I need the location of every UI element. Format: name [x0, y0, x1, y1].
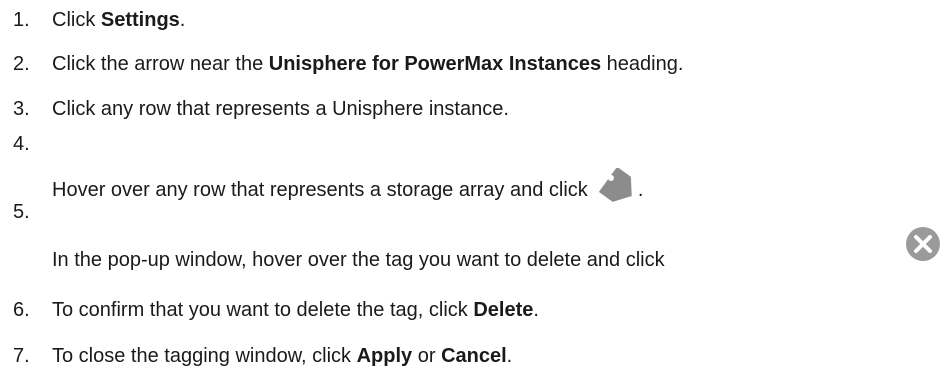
step-2-text: Click the arrow near the Unisphere for P… [52, 52, 683, 76]
step-7-before: To close the tagging window, click [52, 345, 357, 367]
step-7-apply: Apply [356, 345, 413, 367]
step-5-number: 5. [13, 201, 30, 223]
step-4-text: Hover over any row that represents a sto… [52, 166, 644, 206]
close-circle-icon [903, 224, 943, 264]
step-1-number: 1. [13, 9, 30, 31]
step-7-text: To close the tagging window, click Apply… [52, 344, 512, 368]
step-2-instances-heading: Unisphere for PowerMax Instances [268, 53, 602, 75]
step-5-text: In the pop-up window, hover over the tag… [52, 249, 665, 271]
step-6-before: To confirm that you want to delete the t… [52, 299, 474, 321]
step-6-text: To confirm that you want to delete the t… [52, 298, 539, 322]
step-1-after: . [179, 9, 186, 31]
step-1-before: Click [52, 9, 101, 31]
step-7-number: 7. [13, 345, 30, 367]
step-4-after: . [637, 179, 644, 201]
step-7-after: . [506, 345, 513, 367]
step-3-number: 3. [13, 98, 30, 120]
step-7-middle: or [412, 345, 442, 367]
step-7-cancel: Cancel [441, 345, 507, 367]
step-4-number: 4. [13, 133, 30, 155]
step-1-settings: Settings [100, 9, 180, 31]
step-1-text: Click Settings. [52, 8, 185, 32]
procedure-steps: 1. Click Settings. 2. Click the arrow ne… [0, 0, 947, 379]
step-6-after: . [533, 299, 539, 321]
step-2-number: 2. [13, 53, 30, 75]
step-6-delete: Delete [473, 299, 534, 321]
step-6-number: 6. [13, 299, 30, 321]
step-2-after: heading. [601, 53, 684, 75]
step-2-before: Click the arrow near the [52, 53, 269, 75]
tag-icon [594, 166, 638, 206]
step-4-body: Hover over any row that represents a sto… [52, 179, 588, 201]
step-3-text: Click any row that represents a Unispher… [52, 98, 509, 120]
